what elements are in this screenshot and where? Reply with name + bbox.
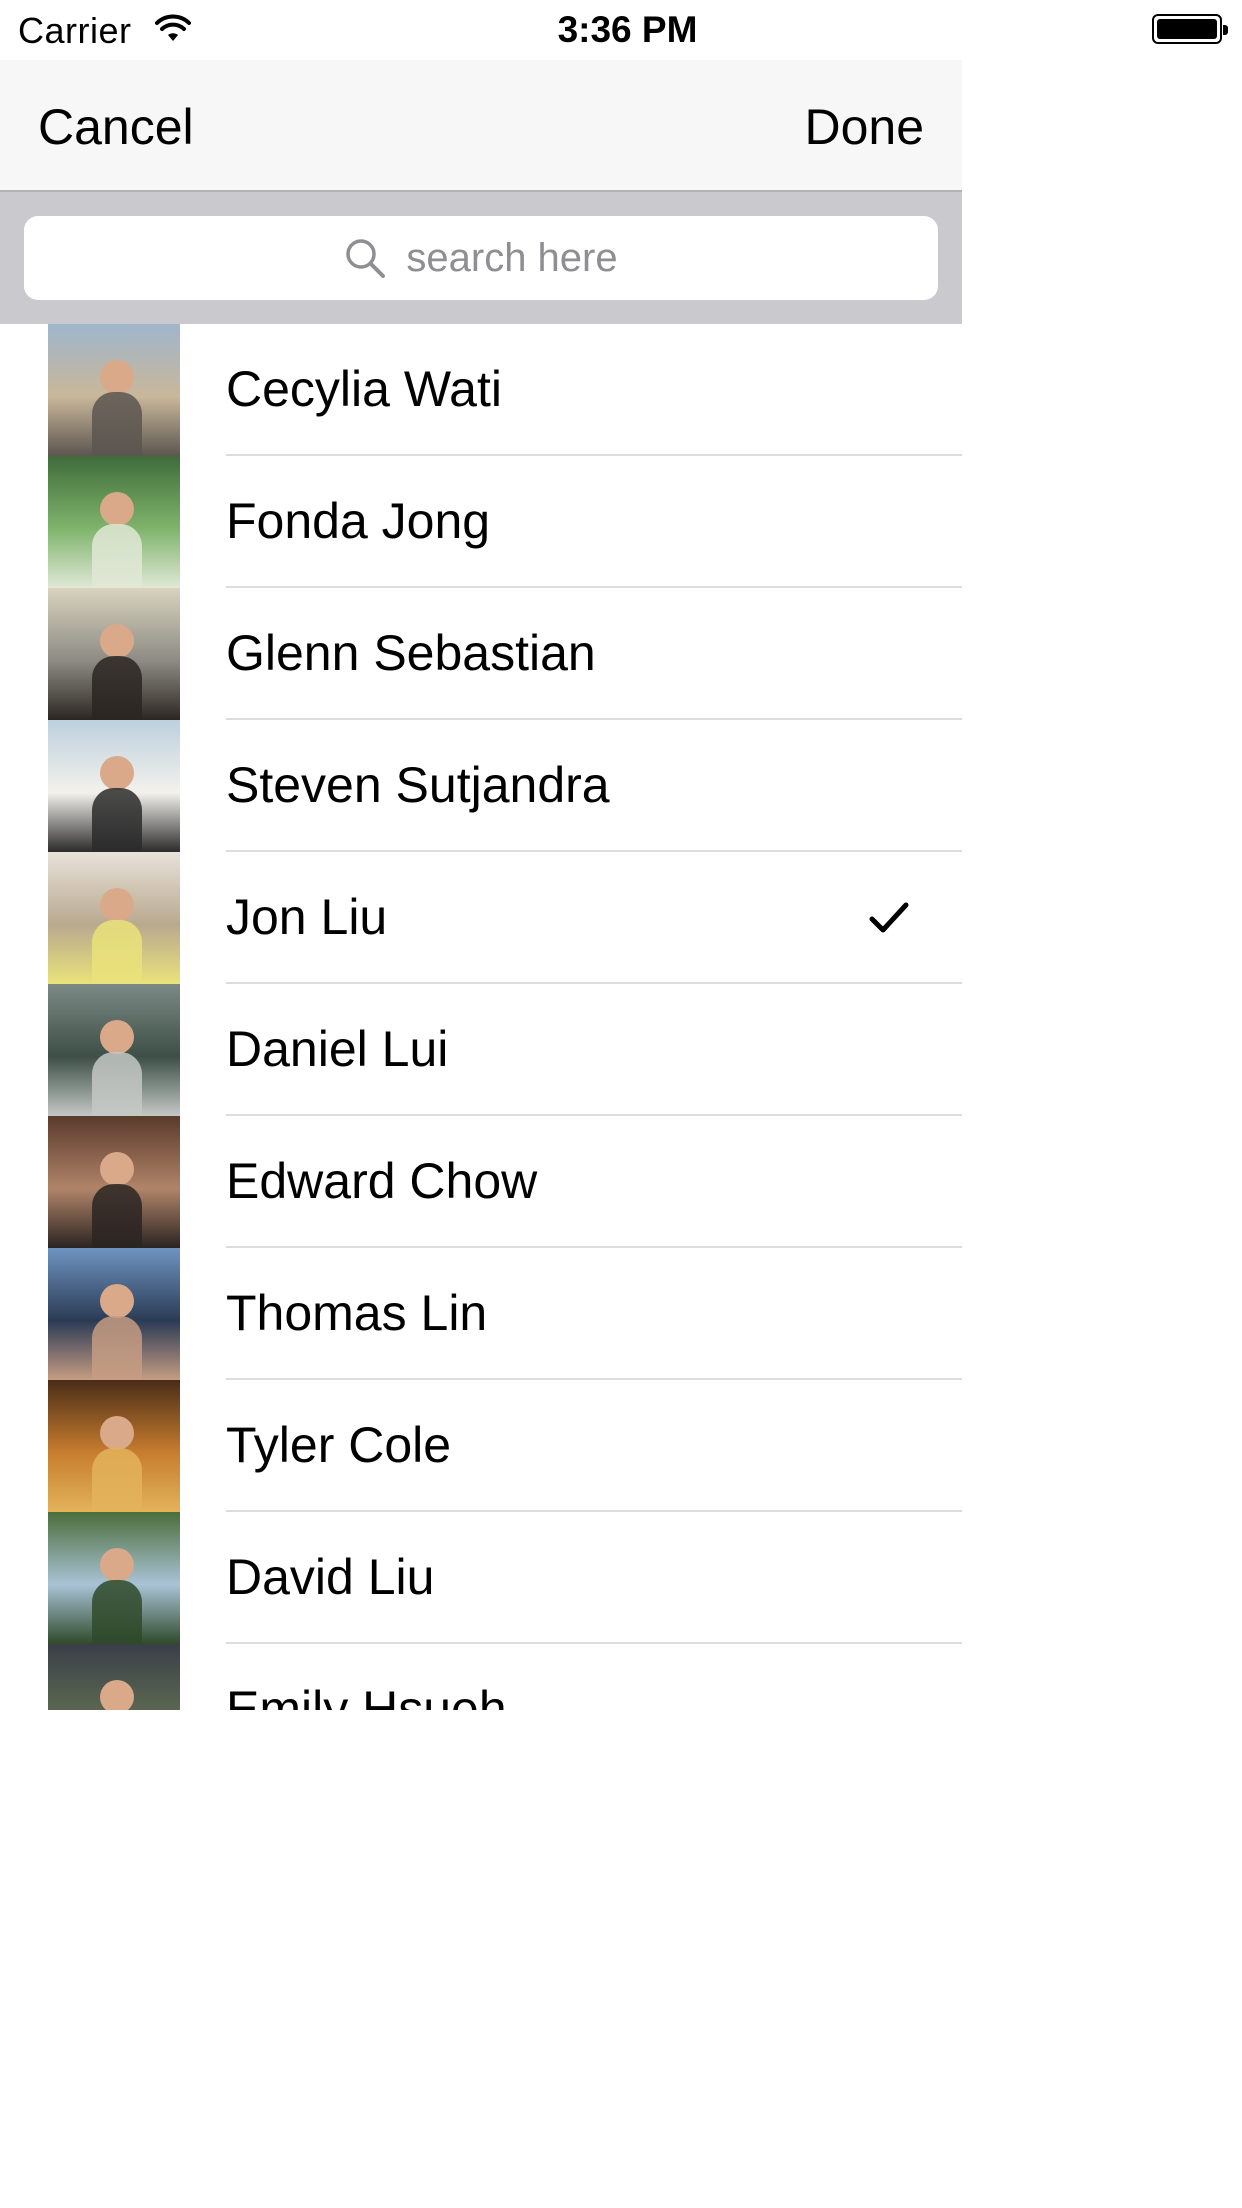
done-button[interactable]: Done [804, 98, 924, 156]
contact-photo [48, 588, 180, 720]
contact-photo [48, 852, 180, 984]
contact-photo [48, 1512, 180, 1644]
contact-row[interactable]: Jon Liu [0, 852, 962, 984]
contact-name: Jon Liu [226, 889, 388, 945]
contact-name: Cecylia Wati [226, 361, 502, 417]
search-placeholder: search here [406, 235, 618, 280]
contact-photo [48, 456, 180, 588]
search-icon [346, 239, 386, 278]
contact-row[interactable]: David Liu [0, 1512, 962, 1644]
contact-row[interactable]: Steven Sutjandra [0, 720, 962, 852]
cancel-button[interactable]: Cancel [38, 98, 194, 156]
contact-name: Emily Hsueh [226, 1681, 507, 1710]
search-input[interactable]: search here [24, 216, 938, 300]
contact-list[interactable]: Cecylia Wati Fonda Jong Glenn Sebastian Ste… [0, 324, 962, 1710]
contact-picker-panel: Cancel Done search here Cecylia Wati Fond… [0, 60, 962, 1710]
contact-row[interactable]: Emily Hsueh [0, 1644, 962, 1710]
checkmark-icon [869, 902, 909, 933]
status-time: 3:36 PM [557, 9, 698, 50]
contact-name: Daniel Lui [226, 1021, 449, 1077]
contact-name: Thomas Lin [226, 1285, 488, 1341]
contact-row[interactable]: Thomas Lin [0, 1248, 962, 1380]
search-bar: search here [0, 192, 962, 324]
contact-name: Glenn Sebastian [226, 625, 596, 681]
contact-row[interactable]: Tyler Cole [0, 1380, 962, 1512]
contact-row[interactable]: Daniel Lui [0, 984, 962, 1116]
navigation-bar: Cancel Done [0, 60, 962, 192]
contact-photo [48, 324, 180, 456]
status-bar: Carrier 3:36 PM [0, 0, 1242, 60]
contact-row[interactable]: Edward Chow [0, 1116, 962, 1248]
contact-name: Edward Chow [226, 1153, 538, 1209]
contact-name: Fonda Jong [226, 493, 491, 549]
screen: Carrier 3:36 PM Cancel Done search here … [0, 0, 1242, 2208]
contact-photo [48, 984, 180, 1116]
contact-row[interactable]: Cecylia Wati [0, 324, 962, 456]
contact-name: Tyler Cole [226, 1417, 452, 1473]
contact-row[interactable]: Glenn Sebastian [0, 588, 962, 720]
contact-row[interactable]: Fonda Jong [0, 456, 962, 588]
battery-icon [1152, 14, 1228, 44]
contact-photo [48, 1380, 180, 1512]
contact-photo [48, 1644, 180, 1710]
contact-name: Steven Sutjandra [226, 757, 610, 813]
contact-photo [48, 1116, 180, 1248]
contact-photo [48, 1248, 180, 1380]
contact-name: David Liu [226, 1549, 435, 1605]
contact-photo [48, 720, 180, 852]
